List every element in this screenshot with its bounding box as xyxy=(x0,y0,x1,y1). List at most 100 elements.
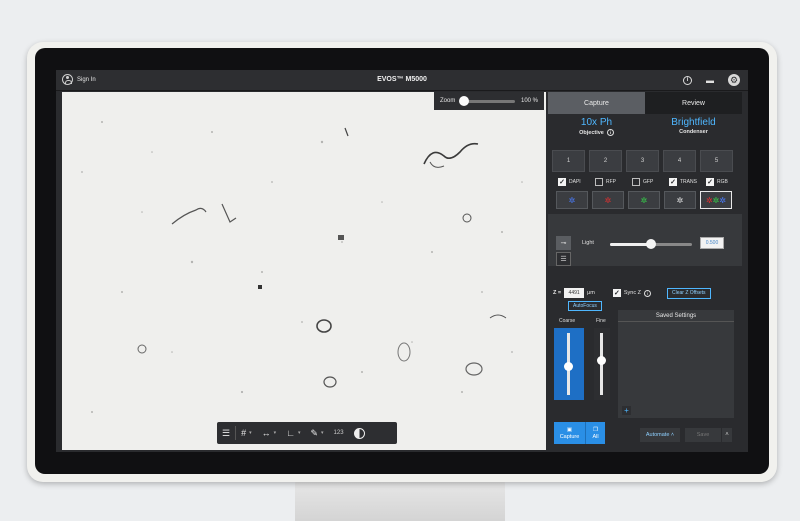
menu-icon[interactable]: ▬ xyxy=(704,74,716,86)
condenser-value: Brightfield xyxy=(671,117,716,128)
channel-rgb[interactable]: ✓ RGB xyxy=(706,178,743,186)
z-position-row: Z = 4491 μm ✓ Sync Z i Clear Z Offsets xyxy=(553,286,743,300)
light-area: ⊸ ☰ Light 0.500 xyxy=(548,214,742,266)
rfp-label: RFP xyxy=(606,179,616,185)
top-bar: Sign In EVOS™ M5000 i ▬ ⚙ xyxy=(56,70,748,91)
cube-4[interactable]: 4 xyxy=(663,150,696,172)
focus-controls: Coarse Fine xyxy=(554,314,612,406)
contrast-button[interactable] xyxy=(349,422,370,444)
fine-knob[interactable] xyxy=(597,356,606,366)
objective-label: Objective xyxy=(579,129,604,136)
automate-button[interactable]: Automate ˄ xyxy=(640,428,680,442)
app-screen: Sign In EVOS™ M5000 i ▬ ⚙ Zoom 100 % ☰ #… xyxy=(56,70,748,452)
adjust-button[interactable]: ☰ xyxy=(217,422,235,444)
capture-all-button[interactable]: ❐ All xyxy=(585,422,605,444)
channel-button-row: ✲ ✲ ✲ ✲ ✲✲✲ xyxy=(556,191,732,209)
chart-icon: ∟ xyxy=(286,428,295,438)
slider-single-icon: ⊸ xyxy=(560,240,567,247)
autofocus-button[interactable]: AutoFocus xyxy=(568,301,602,311)
cube-3[interactable]: 3 xyxy=(626,150,659,172)
grid-button[interactable]: # ▾ xyxy=(236,422,257,444)
optics-row: 10x Ph Objective i Brightfield Condenser xyxy=(548,117,742,143)
annotate-button[interactable]: ✎ ▾ xyxy=(305,422,328,444)
tab-capture[interactable]: Capture xyxy=(548,92,645,114)
rfp-channel-button[interactable]: ✲ xyxy=(592,191,624,209)
save-button[interactable]: Save xyxy=(685,428,721,442)
chart-dropdown-icon: ▾ xyxy=(297,430,301,436)
objective-value: 10x Ph xyxy=(580,117,613,128)
condenser-selector[interactable]: Brightfield Condenser xyxy=(645,117,742,135)
rgb-checkbox[interactable]: ✓ xyxy=(706,178,714,186)
dapi-checkbox[interactable]: ✓ xyxy=(558,178,566,186)
rgb-sparkle-icon: ✲✲✲ xyxy=(705,195,727,205)
zoom-label: Zoom xyxy=(440,98,456,104)
coarse-focus-slider[interactable] xyxy=(554,328,584,400)
stack-icon: ❐ xyxy=(593,426,598,433)
objective-label-row: Objective i xyxy=(548,129,645,136)
measure-icon: ↔ xyxy=(261,428,271,438)
fine-label: Fine xyxy=(596,318,606,324)
saved-settings-panel: Saved Settings + xyxy=(618,310,734,418)
toolbar-count: 123 xyxy=(333,430,344,436)
saved-settings-title: Saved Settings xyxy=(618,310,734,322)
cube-5[interactable]: 5 xyxy=(700,150,733,172)
sync-z-toggle[interactable]: ✓ Sync Z i xyxy=(612,289,651,297)
gear-icon[interactable]: ⚙ xyxy=(728,74,740,86)
annotate-icon: ✎ xyxy=(310,427,318,438)
rfp-sparkle-icon: ✲ xyxy=(604,195,612,205)
gfp-sparkle-icon: ✲ xyxy=(640,195,648,205)
save-dropdown-button[interactable]: ˄ xyxy=(722,428,732,442)
light-mode-button[interactable]: ⊸ xyxy=(556,236,571,250)
monitor-stand xyxy=(295,478,505,521)
measure-button[interactable]: ↔ ▾ xyxy=(257,422,282,444)
trans-checkbox[interactable]: ✓ xyxy=(669,178,677,186)
capture-button[interactable]: ▣ Capture xyxy=(554,422,585,444)
light-value-input[interactable]: 0.500 xyxy=(700,237,724,249)
objective-selector[interactable]: 10x Ph Objective i xyxy=(548,117,645,136)
sliders-icon: ☰ xyxy=(560,256,567,263)
rfp-checkbox[interactable] xyxy=(595,178,603,186)
gfp-checkbox[interactable] xyxy=(632,178,640,186)
channel-trans[interactable]: ✓ TRANS xyxy=(669,178,706,186)
image-viewer[interactable]: Zoom 100 % ☰ # ▾ ↔ ▾ ∟ ▾ ✎ ▾ 123 xyxy=(62,92,546,450)
channel-rfp[interactable]: RFP xyxy=(595,178,632,186)
top-icons: i ▬ ⚙ xyxy=(683,74,740,86)
rgb-label: RGB xyxy=(717,179,728,185)
cube-1[interactable]: 1 xyxy=(552,150,585,172)
sync-z-info-icon[interactable]: i xyxy=(644,289,651,297)
advanced-mode-button[interactable]: ☰ xyxy=(556,252,571,266)
channel-gfp[interactable]: GFP xyxy=(632,178,669,186)
adjust-sliders-icon: ☰ xyxy=(222,427,231,438)
light-slider-fill xyxy=(610,243,651,246)
light-slider-knob[interactable] xyxy=(646,239,656,249)
channel-dapi[interactable]: ✓ DAPI xyxy=(558,178,595,186)
condenser-label: Condenser xyxy=(679,129,708,135)
camera-icon: ▣ xyxy=(566,426,573,433)
rgb-channel-button[interactable]: ✲✲✲ xyxy=(700,191,732,209)
zoom-value: 100 % xyxy=(520,98,538,104)
z-unit: μm xyxy=(587,290,595,296)
sync-z-checkbox[interactable]: ✓ xyxy=(612,289,621,297)
clear-z-offsets-button[interactable]: Clear Z Offsets xyxy=(667,287,711,299)
add-setting-button[interactable]: + xyxy=(622,406,631,415)
control-panel: Capture Review 10x Ph Objective i Bright… xyxy=(548,92,748,452)
all-label: All xyxy=(592,433,599,440)
annotate-dropdown-icon: ▾ xyxy=(321,430,324,436)
gfp-channel-button[interactable]: ✲ xyxy=(628,191,660,209)
z-value-input[interactable]: 4491 xyxy=(564,288,585,298)
objective-info-icon[interactable]: i xyxy=(606,129,614,136)
coarse-knob[interactable] xyxy=(564,362,573,371)
cube-2[interactable]: 2 xyxy=(589,150,622,172)
chart-button[interactable]: ∟ ▾ xyxy=(281,422,305,444)
fine-focus-slider[interactable] xyxy=(594,328,610,400)
trans-channel-button[interactable]: ✲ xyxy=(664,191,696,209)
dapi-label: DAPI xyxy=(569,179,581,185)
tab-review[interactable]: Review xyxy=(645,92,742,114)
dapi-channel-button[interactable]: ✲ xyxy=(556,191,588,209)
zoom-slider-knob[interactable] xyxy=(459,95,470,106)
info-icon[interactable]: i xyxy=(683,75,692,85)
dapi-sparkle-icon: ✲ xyxy=(568,195,576,205)
micrograph-image xyxy=(62,92,546,450)
light-slider[interactable] xyxy=(610,239,692,249)
zoom-slider[interactable] xyxy=(459,95,515,106)
